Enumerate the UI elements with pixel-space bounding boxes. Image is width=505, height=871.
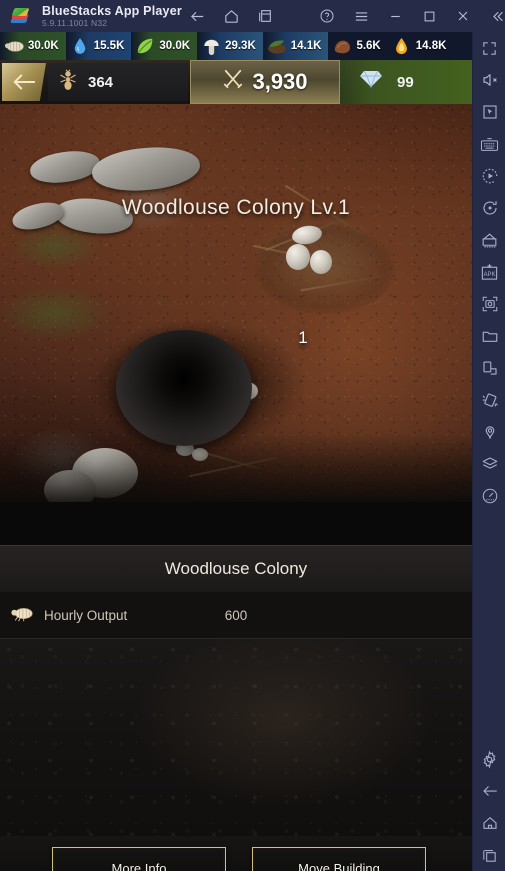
power-counter[interactable]: 3,930 xyxy=(190,60,340,104)
woodlouse-icon xyxy=(2,35,26,57)
bluestacks-logo xyxy=(10,6,30,26)
sidebar-mute-button[interactable] xyxy=(473,64,505,96)
sand-icon xyxy=(330,35,354,57)
more-info-label: More Info xyxy=(111,860,167,871)
sidebar-rotate-screen-button[interactable] xyxy=(473,352,505,384)
ant-population-counter[interactable]: 364 xyxy=(48,63,188,101)
sidebar-macro-recorder-button[interactable] xyxy=(473,160,505,192)
sidebar-fullscreen-button[interactable] xyxy=(473,32,505,64)
resource-value: 5.6K xyxy=(356,40,381,52)
resource-fungus[interactable]: 29.3K xyxy=(197,32,263,60)
gem-count: 99 xyxy=(397,73,414,91)
resource-value: 14.1K xyxy=(290,40,322,52)
resource-honeydew[interactable]: 14.8K xyxy=(387,32,454,60)
sidebar-install-apk-button[interactable]: APK xyxy=(473,256,505,288)
sidebar-android-home-button[interactable] xyxy=(473,807,505,839)
titlebar-close-button[interactable] xyxy=(446,0,480,32)
building-scene[interactable]: Woodlouse Colony Lv.1 1 Woodlice provide… xyxy=(0,104,472,502)
sidebar-android-recents-button[interactable] xyxy=(473,839,505,871)
ant-icon xyxy=(48,68,88,96)
woodlouse-icon xyxy=(0,605,44,626)
app-title: BlueStacks App Player xyxy=(42,3,182,18)
resource-water[interactable]: 15.5K xyxy=(65,32,132,60)
resource-value: 30.0K xyxy=(28,40,59,52)
more-info-button[interactable]: More Info xyxy=(52,847,226,871)
leaf-icon xyxy=(133,35,157,57)
woodlouse-egg xyxy=(310,250,332,274)
water-drop-icon xyxy=(68,35,92,57)
hourly-output-row: Hourly Output 600 xyxy=(0,592,472,639)
grass-patch xyxy=(0,286,110,341)
sidebar-performance-button[interactable] xyxy=(473,480,505,512)
bluestacks-sidebar: APK xyxy=(472,32,505,871)
titlebar-maximize-button[interactable] xyxy=(412,0,446,32)
resource-value: 14.8K xyxy=(415,40,447,52)
resource-value: 15.5K xyxy=(93,40,125,52)
game-resource-bar: 30.0K 15.5K 30.0K 29.3K 14.1K 5.6K 14.8K xyxy=(0,32,472,60)
scene-bottom-fade xyxy=(0,432,472,502)
window-title-block: BlueStacks App Player 5.9.11.1001 N32 xyxy=(42,3,182,28)
mushroom-icon xyxy=(199,35,223,57)
titlebar-controls xyxy=(180,0,505,32)
sidebar-location-button[interactable] xyxy=(473,416,505,448)
sidebar-android-back-button[interactable] xyxy=(473,775,505,807)
sidebar-bottom-group xyxy=(473,743,505,871)
sidebar-farm-mode-button[interactable] xyxy=(473,448,505,480)
app-version: 5.9.11.1001 N32 xyxy=(42,18,108,28)
woodlouse-egg xyxy=(286,244,310,270)
action-button-bar: More Info Move Building xyxy=(0,836,472,871)
sidebar-shake-button[interactable] xyxy=(473,384,505,416)
sidebar-multi-instance-button[interactable] xyxy=(473,224,505,256)
titlebar-collapse-button[interactable] xyxy=(480,0,505,32)
game-top-bar: 364 3,930 99 xyxy=(0,60,472,104)
sidebar-cursor-control-button[interactable] xyxy=(473,96,505,128)
titlebar-recents-button[interactable] xyxy=(248,0,282,32)
diamond-icon xyxy=(345,69,397,95)
unit-count-badge: 1 xyxy=(298,328,308,347)
resource-soil[interactable]: 14.1K xyxy=(262,32,329,60)
svg-text:APK: APK xyxy=(484,272,496,278)
bluestacks-window: BlueStacks App Player 5.9.11.1001 N32 30… xyxy=(0,0,505,871)
sidebar-screenshot-button[interactable] xyxy=(473,288,505,320)
move-building-label: Move Building xyxy=(298,860,380,871)
building-name-header: Woodlouse Colony xyxy=(0,545,472,592)
power-value: 3,930 xyxy=(252,69,308,94)
sidebar-media-manager-button[interactable] xyxy=(473,320,505,352)
resource-sand[interactable]: 5.6K xyxy=(328,32,388,60)
honey-drop-icon xyxy=(390,35,414,57)
crossed-swords-icon xyxy=(222,68,244,96)
window-titlebar: BlueStacks App Player 5.9.11.1001 N32 xyxy=(0,0,505,32)
android-screen: 30.0K 15.5K 30.0K 29.3K 14.1K 5.6K 14.8K… xyxy=(0,32,472,871)
titlebar-help-button[interactable] xyxy=(310,0,344,32)
game-back-button[interactable] xyxy=(2,63,46,101)
titlebar-back-button[interactable] xyxy=(180,0,214,32)
panel-body xyxy=(0,639,472,836)
ant-count: 364 xyxy=(88,73,114,91)
sidebar-script-button[interactable] xyxy=(473,192,505,224)
resource-value: 30.0K xyxy=(159,40,191,52)
resource-leaf[interactable]: 30.0K xyxy=(131,32,198,60)
soil-icon xyxy=(265,35,289,57)
resource-woodlouse-meat[interactable]: 30.0K xyxy=(0,32,66,60)
titlebar-minimize-button[interactable] xyxy=(378,0,412,32)
move-building-button[interactable]: Move Building xyxy=(252,847,426,871)
resource-value: 29.3K xyxy=(225,40,256,52)
stat-label: Hourly Output xyxy=(44,607,128,623)
colony-burrow[interactable] xyxy=(116,330,252,446)
gem-counter[interactable]: 99 xyxy=(345,63,472,101)
building-title-overlay: Woodlouse Colony Lv.1 xyxy=(121,196,351,219)
sidebar-keyboard-button[interactable] xyxy=(473,128,505,160)
titlebar-home-button[interactable] xyxy=(214,0,248,32)
titlebar-menu-button[interactable] xyxy=(344,0,378,32)
building-name: Woodlouse Colony xyxy=(164,559,308,578)
sidebar-settings-button[interactable] xyxy=(473,743,505,775)
